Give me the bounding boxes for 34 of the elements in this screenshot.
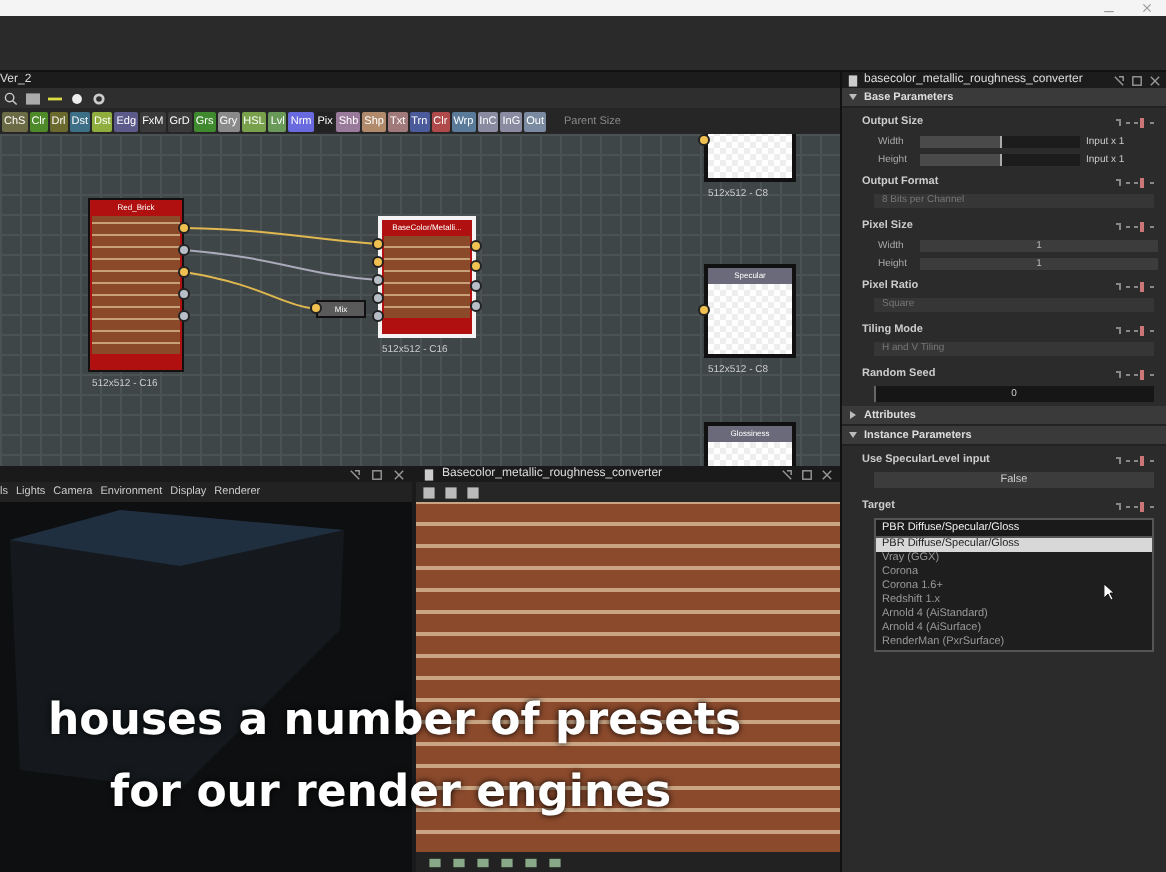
checker-preview [708, 134, 792, 178]
close-icon[interactable] [820, 467, 834, 481]
settings-icon[interactable] [92, 91, 106, 105]
input-port[interactable] [698, 304, 710, 316]
output-port[interactable] [310, 302, 322, 314]
checker-preview [708, 284, 792, 354]
parameter-options-icon[interactable] [1114, 281, 1158, 291]
close-icon[interactable] [1148, 73, 1162, 87]
parameter-options-icon[interactable] [1114, 221, 1158, 231]
brick-texture-thumbnail [92, 216, 180, 354]
pin-icon[interactable] [780, 467, 794, 481]
size-slider[interactable] [920, 153, 1080, 165]
zoom-icon[interactable] [4, 91, 18, 105]
parameter-options-icon[interactable] [1114, 455, 1158, 465]
parameter-options-icon[interactable] [1114, 325, 1158, 335]
parameter-options-icon[interactable] [1114, 117, 1158, 127]
input-port[interactable] [698, 134, 710, 146]
document-icon[interactable] [846, 73, 860, 87]
parameter-options-icon[interactable] [1114, 369, 1158, 379]
video-caption: for our render engines [110, 768, 672, 818]
window-icon[interactable] [1130, 73, 1144, 87]
window-icon[interactable] [370, 467, 384, 481]
document-icon[interactable] [422, 467, 436, 481]
video-caption: houses a number of presets [48, 696, 742, 746]
pin-icon[interactable] [348, 467, 362, 481]
size-slider[interactable] [920, 135, 1080, 147]
brick-texture-thumbnail [384, 236, 470, 318]
close-icon[interactable] [392, 467, 406, 481]
mouse-cursor-icon [1104, 584, 1114, 600]
parameter-options-icon[interactable] [1114, 177, 1158, 187]
parameter-options-icon[interactable] [1114, 501, 1158, 511]
graph-node[interactable] [704, 134, 796, 182]
pin-icon[interactable] [1112, 73, 1126, 87]
window-icon[interactable] [800, 467, 814, 481]
